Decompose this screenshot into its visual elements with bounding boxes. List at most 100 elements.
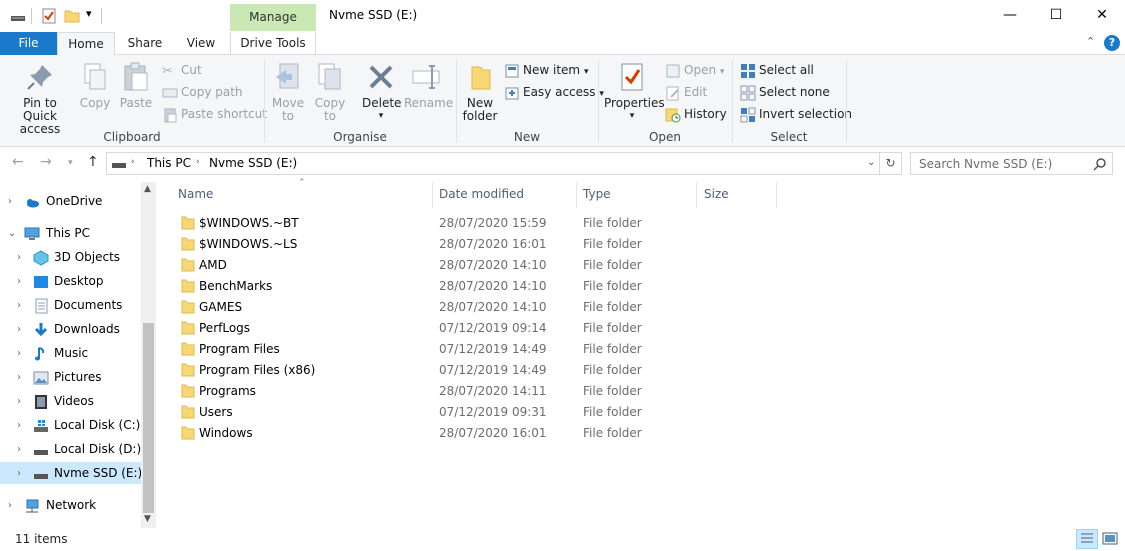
up-arrow-icon[interactable]: ↑ [87, 154, 99, 170]
easy-access-button[interactable]: Easy access ▾ [504, 83, 604, 101]
copy-path-button[interactable]: Copy path [162, 83, 243, 101]
search-input[interactable]: Search Nvme SSD (E:) [910, 152, 1113, 175]
expand-chevron-icon[interactable]: › [17, 468, 21, 479]
scrollbar-thumb[interactable] [143, 323, 154, 513]
column-separator[interactable] [776, 182, 777, 208]
column-header-size[interactable]: Size [704, 187, 729, 201]
nav-item-nvme-ssd-e[interactable]: Nvme SSD (E:) [54, 462, 142, 484]
table-row[interactable]: $WINDOWS.~LS 28/07/2020 16:01 File folde… [170, 234, 790, 255]
address-dropdown-icon[interactable]: ⌄ [867, 157, 875, 168]
copy-button[interactable]: Copy [78, 61, 112, 110]
column-separator[interactable] [576, 182, 577, 208]
chevron-right-icon[interactable]: › [289, 157, 293, 167]
expand-chevron-icon[interactable]: › [17, 372, 21, 383]
properties-dropdown-icon[interactable]: ▾ [604, 110, 660, 123]
paste-shortcut-button[interactable]: Paste shortcut [162, 105, 267, 123]
open-button[interactable]: Open ▾ [665, 61, 724, 79]
maximize-button[interactable]: ☐ [1033, 0, 1079, 30]
paste-button[interactable]: Paste [118, 61, 154, 110]
back-arrow-icon[interactable]: ← [12, 154, 24, 170]
recent-locations-dropdown-icon[interactable]: ▾ [68, 158, 73, 168]
nav-item-downloads[interactable]: Downloads [54, 318, 120, 340]
collapse-chevron-icon[interactable]: ⌄ [8, 228, 16, 239]
nav-item-pictures[interactable]: Pictures [54, 366, 102, 388]
drive-icon[interactable] [10, 8, 26, 24]
breadcrumb-this-pc[interactable]: This PC [147, 156, 191, 170]
forward-arrow-icon[interactable]: → [40, 154, 52, 170]
scroll-down-icon[interactable]: ▼ [144, 514, 151, 524]
nav-item-onedrive[interactable]: OneDrive [46, 190, 102, 212]
nav-item-3d-objects[interactable]: 3D Objects [54, 246, 120, 268]
help-icon[interactable]: ? [1104, 35, 1120, 51]
table-row[interactable]: PerfLogs 07/12/2019 09:14 File folder [170, 318, 790, 339]
edit-button[interactable]: Edit [665, 83, 707, 101]
refresh-icon[interactable]: ↻ [880, 152, 902, 175]
nav-item-network[interactable]: Network [46, 494, 96, 516]
new-item-button[interactable]: New item ▾ [504, 61, 588, 79]
nav-item-local-disk-d[interactable]: Local Disk (D:) [54, 438, 141, 460]
new-folder-icon[interactable] [64, 8, 80, 24]
copy-to-button[interactable]: Copy to [312, 61, 348, 123]
table-row[interactable]: Program Files 07/12/2019 14:49 File fold… [170, 339, 790, 360]
nav-item-documents[interactable]: Documents [54, 294, 122, 316]
expand-chevron-icon[interactable]: › [17, 252, 21, 263]
chevron-right-icon[interactable]: › [131, 157, 135, 167]
new-folder-button[interactable]: New folder [462, 61, 498, 123]
details-view-icon[interactable] [1076, 529, 1098, 549]
nav-item-this-pc[interactable]: This PC [46, 222, 90, 244]
table-row[interactable]: Windows 28/07/2020 16:01 File folder [170, 423, 790, 444]
expand-chevron-icon[interactable]: › [17, 420, 21, 431]
expand-chevron-icon[interactable]: › [17, 276, 21, 287]
move-to-button[interactable]: Move to [270, 61, 306, 123]
table-row[interactable]: Users 07/12/2019 09:31 File folder [170, 402, 790, 423]
tab-view[interactable]: View [180, 32, 222, 55]
nav-item-music[interactable]: Music [54, 342, 88, 364]
expand-chevron-icon[interactable]: › [17, 396, 21, 407]
nav-item-videos[interactable]: Videos [54, 390, 94, 412]
table-row[interactable]: Programs 28/07/2020 14:11 File folder [170, 381, 790, 402]
column-separator[interactable] [432, 182, 433, 208]
tab-drive-tools[interactable]: Drive Tools [230, 32, 316, 55]
pin-to-quick-access-button[interactable]: Pin to Quick access [6, 61, 74, 136]
nav-scrollbar[interactable]: ▲ ▼ [141, 182, 156, 528]
tab-share[interactable]: Share [122, 32, 168, 55]
column-header-name[interactable]: Name [178, 187, 213, 201]
expand-chevron-icon[interactable]: › [8, 500, 12, 511]
tab-file[interactable]: File [0, 32, 57, 55]
delete-dropdown-icon[interactable]: ▾ [362, 110, 400, 123]
quick-access-dropdown-icon[interactable]: ▾ [86, 7, 92, 20]
history-button[interactable]: History [665, 105, 727, 123]
expand-chevron-icon[interactable]: › [17, 324, 21, 335]
select-all-button[interactable]: Select all [740, 61, 814, 79]
table-row[interactable]: GAMES 28/07/2020 14:10 File folder [170, 297, 790, 318]
manage-context-tab[interactable]: Manage [230, 4, 316, 31]
large-icons-view-icon[interactable] [1100, 530, 1120, 548]
cut-button[interactable]: ✂ Cut [162, 61, 202, 79]
nav-item-desktop[interactable]: Desktop [54, 270, 104, 292]
table-row[interactable]: AMD 28/07/2020 14:10 File folder [170, 255, 790, 276]
chevron-right-icon[interactable]: › [196, 157, 200, 167]
expand-chevron-icon[interactable]: › [17, 444, 21, 455]
search-icon[interactable] [1093, 157, 1107, 171]
column-header-type[interactable]: Type [583, 187, 611, 201]
minimize-button[interactable]: — [987, 0, 1033, 30]
nav-item-local-disk-c[interactable]: Local Disk (C:) [54, 414, 140, 436]
invert-selection-button[interactable]: Invert selection [740, 105, 852, 123]
table-row[interactable]: $WINDOWS.~BT 28/07/2020 15:59 File folde… [170, 213, 790, 234]
table-row[interactable]: BenchMarks 28/07/2020 14:10 File folder [170, 276, 790, 297]
expand-chevron-icon[interactable]: › [17, 300, 21, 311]
tab-home[interactable]: Home [57, 32, 115, 56]
expand-chevron-icon[interactable]: › [17, 348, 21, 359]
properties-check-icon[interactable] [41, 8, 57, 24]
properties-button[interactable]: Properties ▾ [604, 61, 665, 123]
address-bar[interactable]: › This PC › Nvme SSD (E:) › ⌄ [106, 152, 880, 175]
expand-chevron-icon[interactable]: › [8, 196, 12, 207]
column-separator[interactable] [696, 182, 697, 208]
collapse-ribbon-icon[interactable]: ⌃ [1086, 35, 1095, 48]
scroll-up-icon[interactable]: ▲ [144, 184, 151, 194]
column-header-date-modified[interactable]: Date modified [439, 187, 524, 201]
breadcrumb-nvme-ssd[interactable]: Nvme SSD (E:) [209, 156, 297, 170]
table-row[interactable]: Program Files (x86) 07/12/2019 14:49 Fil… [170, 360, 790, 381]
rename-button[interactable]: Rename [404, 61, 453, 110]
delete-button[interactable]: Delete ▾ [362, 61, 401, 123]
